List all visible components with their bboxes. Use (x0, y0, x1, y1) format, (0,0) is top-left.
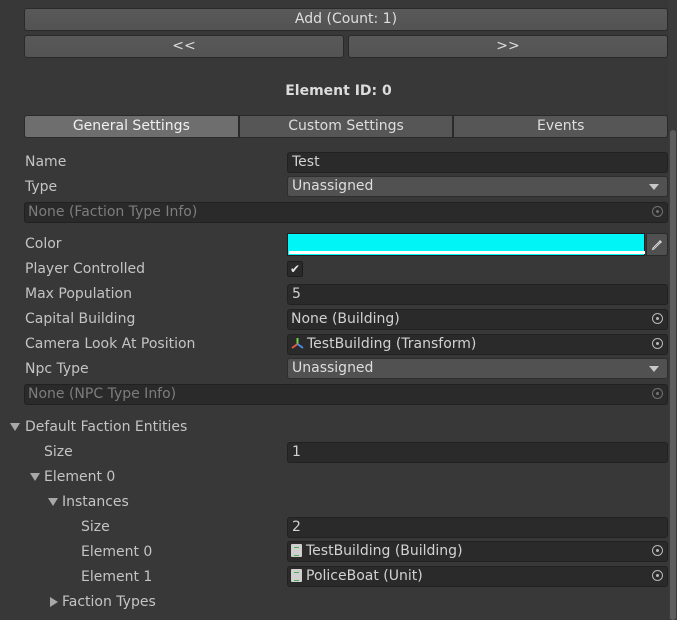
max-population-label: Max Population (25, 286, 132, 302)
color-label: Color (25, 236, 62, 252)
name-label: Name (25, 154, 67, 170)
type-dropdown[interactable]: Unassigned (287, 176, 668, 197)
camera-look-at-label: Camera Look At Position (25, 336, 196, 352)
instance-element-0-value: TestBuilding (Building) (306, 543, 463, 559)
entities-size-label: Size (44, 444, 73, 460)
capital-building-label: Capital Building (25, 311, 136, 327)
previous-button-label: << (172, 38, 196, 54)
checkmark-icon: ✔ (289, 262, 301, 276)
tab-events[interactable]: Events (453, 115, 669, 138)
instances-size-field[interactable]: 2 (287, 517, 668, 538)
capital-building-field[interactable]: None (Building) (287, 309, 668, 330)
chevron-down-icon (649, 366, 659, 372)
npc-type-dropdown[interactable]: Unassigned (287, 358, 668, 379)
scrollbar-track[interactable] (669, 0, 677, 620)
next-button-label: >> (496, 38, 520, 54)
instance-element-1-value: PoliceBoat (Unit) (306, 568, 423, 584)
instance-element-0-label: Element 0 (81, 544, 153, 560)
foldout-expanded-icon[interactable] (30, 473, 40, 481)
element-0-label[interactable]: Element 0 (44, 467, 115, 487)
instances-size-label: Size (81, 519, 110, 535)
color-field[interactable] (287, 233, 668, 256)
faction-type-info-field: None (Faction Type Info) (24, 202, 668, 223)
entities-size-field[interactable]: 1 (287, 442, 668, 463)
color-swatch[interactable] (287, 233, 645, 256)
eyedropper-icon[interactable] (646, 233, 668, 256)
script-icon (291, 569, 302, 582)
previous-button[interactable]: << (24, 35, 344, 58)
camera-look-at-field[interactable]: TestBuilding (Transform) (287, 334, 668, 355)
instance-element-1-label: Element 1 (81, 569, 153, 585)
foldout-collapsed-icon[interactable] (50, 597, 58, 607)
faction-type-info-value: None (Faction Type Info) (28, 204, 198, 220)
transform-icon (291, 337, 304, 350)
player-controlled-checkbox[interactable]: ✔ (287, 261, 303, 277)
object-picker-icon[interactable] (652, 338, 663, 349)
npc-type-info-field: None (NPC Type Info) (24, 384, 668, 405)
add-button-label: Add (Count: 1) (294, 11, 398, 27)
default-faction-entities-label[interactable]: Default Faction Entities (25, 417, 187, 437)
max-population-field[interactable]: 5 (287, 284, 668, 305)
element-id-title: Element ID: 0 (285, 83, 392, 99)
capital-building-value: None (Building) (291, 311, 400, 327)
instance-element-0-field[interactable]: TestBuilding (Building) (287, 541, 668, 562)
npc-type-label: Npc Type (25, 361, 89, 377)
type-dropdown-value: Unassigned (292, 178, 374, 194)
tab-bar: General Settings Custom Settings Events (24, 115, 669, 138)
tab-custom-settings[interactable]: Custom Settings (238, 115, 454, 138)
npc-type-info-value: None (NPC Type Info) (28, 386, 177, 402)
object-picker-icon (652, 388, 663, 399)
scrollbar-thumb[interactable] (670, 130, 676, 620)
script-icon (291, 544, 302, 557)
instances-label[interactable]: Instances (62, 492, 129, 512)
object-picker-icon[interactable] (652, 313, 663, 324)
faction-types-label[interactable]: Faction Types (62, 592, 156, 612)
object-picker-icon[interactable] (652, 545, 663, 556)
object-picker-icon[interactable] (652, 570, 663, 581)
foldout-expanded-icon[interactable] (10, 423, 20, 431)
type-label: Type (25, 179, 58, 195)
object-picker-icon (652, 206, 663, 217)
color-alpha-strip (289, 251, 645, 254)
tab-general-settings[interactable]: General Settings (24, 115, 239, 138)
player-controlled-label: Player Controlled (25, 261, 146, 277)
camera-look-at-value: TestBuilding (Transform) (307, 336, 477, 352)
add-button[interactable]: Add (Count: 1) (24, 8, 668, 31)
chevron-down-icon (649, 184, 659, 190)
instance-element-1-field[interactable]: PoliceBoat (Unit) (287, 566, 668, 587)
next-button[interactable]: >> (348, 35, 668, 58)
foldout-expanded-icon[interactable] (48, 498, 58, 506)
npc-type-dropdown-value: Unassigned (292, 360, 374, 376)
name-field[interactable]: Test (287, 152, 668, 173)
